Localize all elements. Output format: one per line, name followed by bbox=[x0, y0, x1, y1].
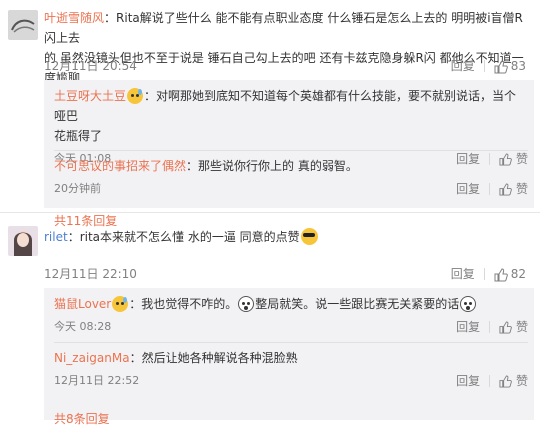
comment-actions: 回复 83 bbox=[451, 57, 526, 75]
comment-time: 12月11日 22:10 bbox=[44, 267, 137, 281]
reply-username[interactable]: 不可思议的事招来了偶然 bbox=[54, 159, 186, 173]
sweat-emoji-icon bbox=[127, 87, 144, 104]
comment-username[interactable]: 叶逝雪随风 bbox=[44, 11, 104, 25]
reply-body-part1: ：我也觉得不咋的。 bbox=[129, 297, 238, 311]
like-count: 83 bbox=[510, 59, 526, 73]
like-label: 赞 bbox=[515, 182, 528, 196]
reply-button[interactable]: 回复 bbox=[456, 372, 480, 390]
reply-username[interactable]: 猫鼠Lover bbox=[54, 297, 111, 311]
reply-item: 猫鼠Lover ：我也觉得不咋的。 整局就笑。说一些跟比赛无关紧要的话 今天 08:… bbox=[54, 294, 528, 336]
thumbs-up-icon bbox=[499, 183, 513, 196]
comment-time: 12月11日 20:54 bbox=[44, 59, 137, 73]
reply-text: 不可思议的事招来了偶然：那些说你行你上的 真的弱智。 bbox=[54, 156, 528, 176]
comment-body-line1: ：Rita解说了些什么 能不能有点职业态度 什么锤石是怎么上去的 明明被i盲僧R… bbox=[44, 11, 523, 45]
reply-button[interactable]: 回复 bbox=[456, 318, 480, 336]
reply-meta: 今天 08:28 回复 赞 bbox=[54, 318, 528, 336]
comment-meta: 12月11日 22:10 回复 82 bbox=[44, 265, 534, 283]
like-label: 赞 bbox=[515, 320, 528, 334]
thumbs-up-icon bbox=[499, 375, 513, 388]
cool-emoji-icon bbox=[300, 228, 318, 245]
comment-actions: 回复 82 bbox=[451, 265, 526, 283]
reply-actions: 回复 赞 bbox=[456, 318, 528, 336]
reply-list: 猫鼠Lover ：我也觉得不咋的。 整局就笑。说一些跟比赛无关紧要的话 今天 08:… bbox=[44, 288, 534, 425]
divider bbox=[483, 268, 485, 280]
comment-meta: 12月11日 20:54 回复 83 bbox=[44, 57, 534, 75]
reply-time: 20分钟前 bbox=[54, 182, 101, 195]
reply-username[interactable]: 土豆呀大土豆 bbox=[54, 89, 126, 103]
comment-body: ：rita本来就不怎么懂 水的一逼 同意的点赞 bbox=[67, 230, 300, 244]
comment-text: 叶逝雪随风：Rita解说了些什么 能不能有点职业态度 什么锤石是怎么上去的 明明… bbox=[44, 8, 530, 88]
reply-body-part2: 整局就笑。说一些跟比赛无关紧要的话 bbox=[255, 297, 460, 311]
reply-body-line2: 花瓶得了 bbox=[54, 129, 103, 143]
avatar[interactable] bbox=[8, 10, 38, 40]
like-label: 赞 bbox=[515, 374, 528, 388]
reply-meta: 20分钟前 回复 赞 bbox=[54, 180, 528, 198]
divider bbox=[483, 60, 485, 72]
reply-time: 12月11日 22:52 bbox=[54, 374, 140, 387]
sweat-emoji-icon bbox=[112, 295, 129, 312]
divider bbox=[489, 321, 491, 333]
reply-body: ：然后让她各种解说各种混脸熟 bbox=[129, 351, 298, 365]
like-button[interactable]: 83 bbox=[494, 57, 526, 75]
reply-divider bbox=[54, 342, 528, 343]
surprise-emoji-icon bbox=[238, 295, 255, 312]
comment-divider bbox=[0, 212, 540, 213]
avatar[interactable] bbox=[8, 226, 38, 256]
reply-actions: 回复 赞 bbox=[456, 372, 528, 390]
reply-button[interactable]: 回复 bbox=[451, 57, 475, 75]
divider bbox=[489, 183, 491, 195]
reply-text: Ni_zaiganMa：然后让她各种解说各种混脸熟 bbox=[54, 348, 528, 368]
more-replies-link[interactable]: 共8条回复 bbox=[54, 410, 110, 425]
divider bbox=[489, 375, 491, 387]
like-count: 82 bbox=[510, 267, 526, 281]
like-button[interactable]: 赞 bbox=[499, 372, 528, 390]
surprise-emoji-icon bbox=[460, 295, 477, 312]
like-button[interactable]: 赞 bbox=[499, 180, 528, 198]
reply-text: 土豆呀大土豆 ：对啊那她到底知不知道每个英雄都有什么技能，要不就别说话，当个哑巴 … bbox=[54, 86, 528, 146]
like-button[interactable]: 82 bbox=[494, 265, 526, 283]
reply-item: Ni_zaiganMa：然后让她各种解说各种混脸熟 12月11日 22:52 回… bbox=[54, 348, 528, 390]
reply-meta: 12月11日 22:52 回复 赞 bbox=[54, 372, 528, 390]
comment-username[interactable]: rilet bbox=[44, 230, 68, 244]
reply-button[interactable]: 回复 bbox=[456, 180, 480, 198]
reply-body: ：那些说你行你上的 真的弱智。 bbox=[186, 159, 358, 173]
comment-text: rilet：rita本来就不怎么懂 水的一逼 同意的点赞 bbox=[44, 227, 530, 247]
reply-actions: 回复 赞 bbox=[456, 180, 528, 198]
thumbs-up-icon bbox=[499, 321, 513, 334]
like-button[interactable]: 赞 bbox=[499, 318, 528, 336]
reply-button[interactable]: 回复 bbox=[451, 265, 475, 283]
reply-time: 今天 08:28 bbox=[54, 320, 112, 333]
reply-username[interactable]: Ni_zaiganMa bbox=[54, 351, 130, 365]
thumbs-up-icon bbox=[494, 59, 508, 73]
reply-text: 猫鼠Lover ：我也觉得不咋的。 整局就笑。说一些跟比赛无关紧要的话 bbox=[54, 294, 528, 314]
reply-divider bbox=[54, 150, 528, 151]
thumbs-up-icon bbox=[494, 267, 508, 281]
reply-item: 不可思议的事招来了偶然：那些说你行你上的 真的弱智。 20分钟前 回复 赞 bbox=[54, 156, 528, 198]
reply-list: 土豆呀大土豆 ：对啊那她到底知不知道每个英雄都有什么技能，要不就别说话，当个哑巴 … bbox=[44, 80, 534, 228]
